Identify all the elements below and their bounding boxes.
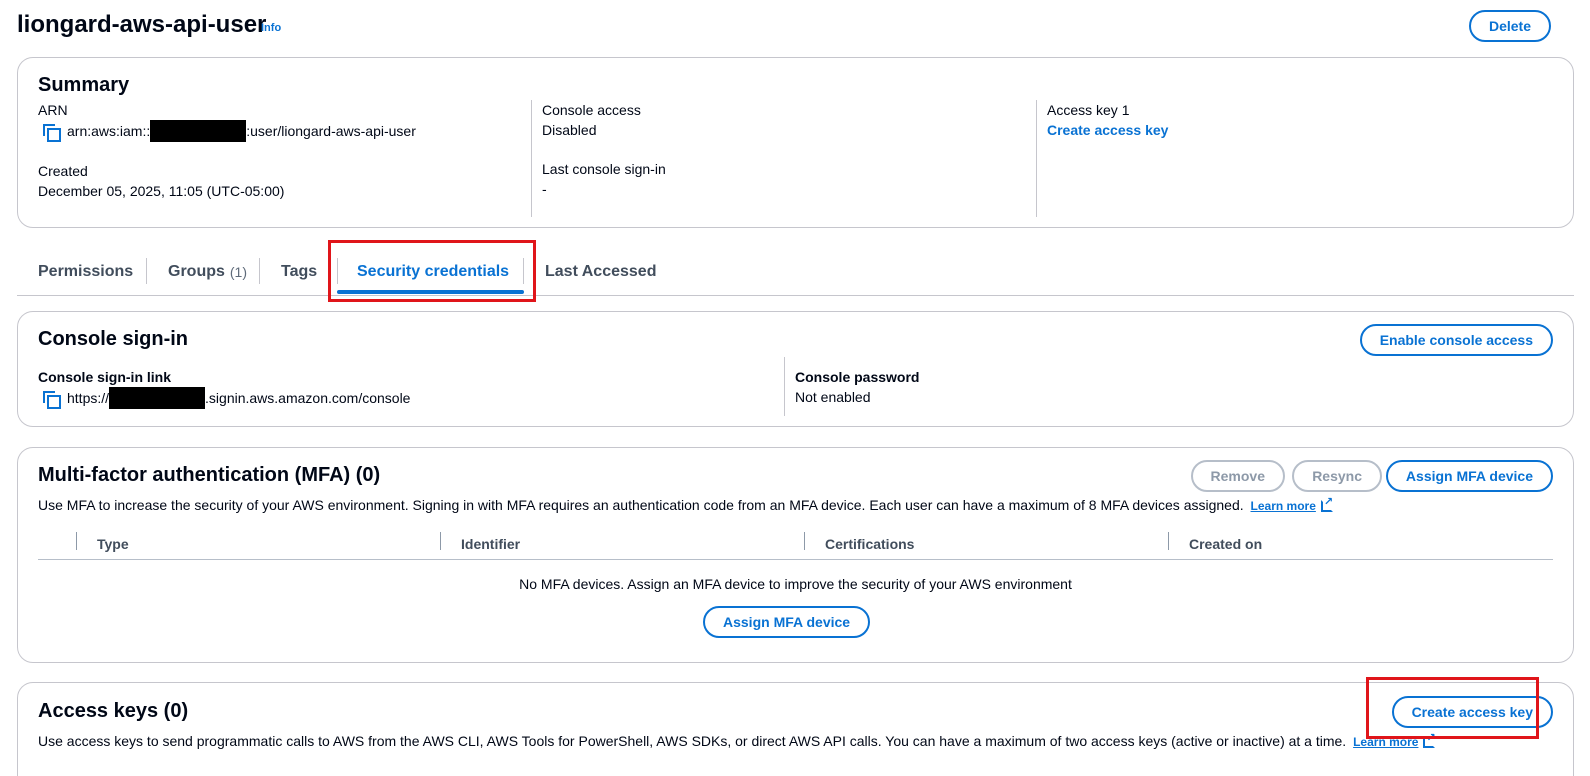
remove-mfa-button[interactable]: Remove xyxy=(1190,460,1285,492)
resync-mfa-button[interactable]: Resync xyxy=(1292,460,1382,492)
summary-col-1: ARN arn:aws:iam:: :user/liongard-aws-api… xyxy=(38,100,518,217)
arn-value: arn:aws:iam:: :user/liongard-aws-api-use… xyxy=(38,120,518,142)
console-signin-title: Console sign-in xyxy=(38,328,188,350)
access-keys-description-text: Use access keys to send programmatic cal… xyxy=(38,733,1347,749)
column-identifier[interactable]: Identifier xyxy=(441,528,520,560)
tab-groups-count: (1) xyxy=(229,264,248,280)
tab-divider xyxy=(146,258,147,284)
arn-label: ARN xyxy=(38,102,68,118)
mfa-table-header: Type Identifier Certifications Created o… xyxy=(38,528,1553,560)
mfa-card: Multi-factor authentication (MFA) (0) Re… xyxy=(17,447,1574,663)
mfa-learn-more-label: Learn more xyxy=(1250,499,1316,513)
summary-col-2: Console access Disabled Last console sig… xyxy=(531,100,1011,217)
last-signin-value: - xyxy=(542,181,547,197)
copy-icon[interactable] xyxy=(41,122,61,142)
page-header: liongard-aws-api-user Info Delete xyxy=(17,10,1551,42)
access-keys-description: Use access keys to send programmatic cal… xyxy=(38,731,1436,749)
summary-col-3: Access key 1 Create access key xyxy=(1036,100,1516,217)
console-password-col: Console password Not enabled xyxy=(784,357,1484,416)
mfa-empty-message: No MFA devices. Assign an MFA device to … xyxy=(519,576,1072,592)
assign-mfa-button[interactable]: Assign MFA device xyxy=(1385,460,1553,492)
enable-console-access-button[interactable]: Enable console access xyxy=(1359,324,1553,356)
access-keys-title: Access keys (0) xyxy=(38,700,189,722)
create-key-highlight-box xyxy=(1366,677,1539,739)
copy-icon[interactable] xyxy=(41,389,61,409)
arn-prefix: arn:aws:iam:: xyxy=(67,123,151,139)
tab-highlight-box xyxy=(328,240,536,302)
tab-last-accessed[interactable]: Last Accessed xyxy=(545,254,656,290)
access-keys-card: Access keys (0) Create access key Use ac… xyxy=(17,682,1574,776)
console-password-label: Console password xyxy=(795,369,920,385)
redacted-account-alias xyxy=(109,387,206,409)
create-access-key-link[interactable]: Create access key xyxy=(1047,120,1516,140)
redacted-account-id xyxy=(150,120,247,142)
created-value: December 05, 2025, 11:05 (UTC-05:00) xyxy=(38,183,285,199)
tab-permissions[interactable]: Permissions xyxy=(38,254,133,290)
summary-title: Summary xyxy=(38,74,130,96)
mfa-learn-more-link[interactable]: Learn more xyxy=(1250,495,1334,513)
tab-tags[interactable]: Tags xyxy=(281,254,317,290)
tab-divider xyxy=(259,258,260,284)
tab-groups-label: Groups xyxy=(168,263,225,280)
mfa-description-text: Use MFA to increase the security of your… xyxy=(38,497,1244,513)
created-label: Created xyxy=(38,163,88,179)
console-link-col: Console sign-in link https:// .signin.aw… xyxy=(38,367,778,416)
mfa-description: Use MFA to increase the security of your… xyxy=(38,495,1334,513)
page-title: liongard-aws-api-user xyxy=(17,11,267,38)
delete-button[interactable]: Delete xyxy=(1468,10,1551,42)
signin-link-label: Console sign-in link xyxy=(38,369,172,385)
mfa-title: Multi-factor authentication (MFA) (0) xyxy=(38,464,381,486)
tab-bar: Permissions Groups (1) Tags Security cre… xyxy=(17,244,1574,296)
info-link[interactable]: Info xyxy=(261,22,281,34)
console-access-value: Disabled xyxy=(542,122,597,138)
arn-suffix: :user/liongard-aws-api-user xyxy=(246,123,416,139)
signin-link-value: https:// .signin.aws.amazon.com/console xyxy=(38,387,778,409)
console-signin-card: Console sign-in Enable console access Co… xyxy=(17,311,1574,427)
assign-mfa-empty-button[interactable]: Assign MFA device xyxy=(703,606,871,638)
signin-link-suffix: .signin.aws.amazon.com/console xyxy=(205,390,411,406)
summary-card: Summary ARN arn:aws:iam:: :user/liongard… xyxy=(17,57,1574,228)
column-created-on[interactable]: Created on xyxy=(1169,528,1262,560)
console-access-label: Console access xyxy=(542,102,641,118)
signin-link-prefix: https:// xyxy=(67,390,110,406)
access-key-label: Access key 1 xyxy=(1047,102,1130,118)
column-certifications[interactable]: Certifications xyxy=(805,528,914,560)
column-type[interactable]: Type xyxy=(77,528,129,560)
console-password-value: Not enabled xyxy=(795,389,871,405)
last-signin-label: Last console sign-in xyxy=(542,161,666,177)
external-link-icon xyxy=(1320,495,1333,512)
tab-groups[interactable]: Groups (1) xyxy=(168,254,247,290)
